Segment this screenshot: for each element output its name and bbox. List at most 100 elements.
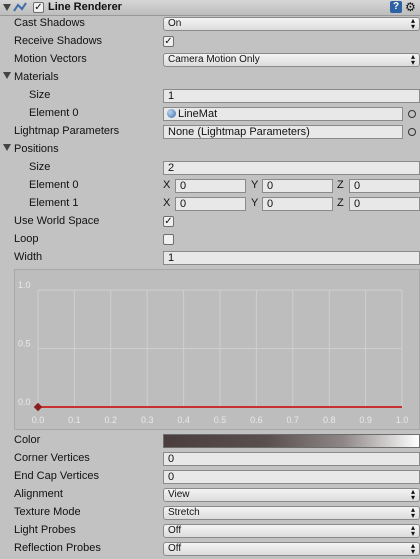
alignment-dropdown[interactable]: View ▴ ▾ <box>163 488 420 502</box>
receive-shadows-label: Receive Shadows <box>14 35 103 47</box>
object-picker-icon[interactable] <box>408 128 416 136</box>
motion-vectors-dropdown[interactable]: Camera Motion Only ▴ ▾ <box>163 53 420 67</box>
alignment-row: Alignment View ▴ ▾ <box>0 486 420 504</box>
end-cap-vertices-row: End Cap Vertices 0 <box>0 468 420 486</box>
help-icon[interactable]: ? <box>390 1 402 13</box>
material-value: LineMat <box>178 108 218 120</box>
motion-vectors-row: Motion Vectors Camera Motion Only ▴ ▾ <box>0 51 420 69</box>
position-element-row: Element 1 X 0 Y 0 Z 0 <box>0 195 420 213</box>
light-probes-value: Off <box>168 525 182 536</box>
x-tick-label: 0.1 <box>68 415 81 425</box>
z-axis-letter: Z <box>337 179 344 191</box>
positions-row[interactable]: Positions <box>0 141 420 159</box>
width-field[interactable]: 1 <box>163 251 420 265</box>
positions-label: Positions <box>14 143 59 155</box>
materials-element0-label: Element 0 <box>29 107 79 119</box>
x-axis-letter: X <box>163 179 171 191</box>
x-tick-label: 0.2 <box>105 415 118 425</box>
end-cap-vertices-label: End Cap Vertices <box>14 470 99 482</box>
x-tick-label: 0.6 <box>250 415 263 425</box>
materials-element0-row: Element 0 LineMat <box>0 105 420 123</box>
texture-mode-row: Texture Mode Stretch ▴ ▾ <box>0 504 420 522</box>
loop-row: Loop <box>0 231 420 249</box>
y-tick-label: 1.0 <box>18 280 31 290</box>
motion-vectors-label: Motion Vectors <box>14 53 87 65</box>
use-world-space-label: Use World Space <box>14 215 100 227</box>
dropdown-arrows-icon: ▴ ▾ <box>410 488 415 502</box>
x-tick-label: 0.8 <box>323 415 336 425</box>
dropdown-arrows-icon: ▴ ▾ <box>410 17 415 31</box>
reflection-probes-row: Reflection Probes Off ▴ ▾ <box>0 540 420 558</box>
position-y-field[interactable]: 0 <box>262 179 333 193</box>
use-world-space-row: Use World Space ✓ <box>0 213 420 231</box>
light-probes-dropdown[interactable]: Off ▴ ▾ <box>163 524 420 538</box>
corner-vertices-label: Corner Vertices <box>14 452 90 464</box>
y-tick-label: 0.5 <box>18 339 31 349</box>
cast-shadows-dropdown[interactable]: On ▴ ▾ <box>163 17 420 31</box>
width-label: Width <box>14 251 43 263</box>
dropdown-arrows-icon: ▴ ▾ <box>410 542 415 556</box>
x-tick-label: 0.5 <box>214 415 227 425</box>
cast-shadows-row: Cast Shadows On ▴ ▾ <box>0 15 420 33</box>
loop-label: Loop <box>14 233 39 245</box>
positions-foldout-icon[interactable] <box>3 144 11 151</box>
y-axis-letter: Y <box>251 197 259 209</box>
position-x-field[interactable]: 0 <box>175 197 246 211</box>
position-element-label: Element 1 <box>29 197 79 209</box>
width-curve-editor[interactable]: 0.0 0.1 0.2 0.3 0.4 0.5 0.6 0.7 0.8 0.9 1.0 0.0 0.5 1… <box>14 269 420 430</box>
position-z-field[interactable]: 0 <box>349 179 420 193</box>
positions-size-field[interactable]: 2 <box>163 161 420 175</box>
materials-row[interactable]: Materials <box>0 69 420 87</box>
x-tick-label: 0.4 <box>177 415 190 425</box>
curve-key-point <box>33 402 43 412</box>
color-label: Color <box>14 434 41 446</box>
materials-label: Materials <box>14 71 59 83</box>
object-picker-icon[interactable] <box>408 110 416 118</box>
x-tick-label: 0.7 <box>287 415 300 425</box>
material-sphere-icon <box>167 109 176 118</box>
component-enabled-checkbox[interactable]: ✓ <box>33 2 44 13</box>
component-header: ✓ Line Renderer ? ⚙ <box>0 0 420 16</box>
dropdown-arrows-icon: ▴ ▾ <box>410 524 415 538</box>
end-cap-vertices-field[interactable]: 0 <box>163 470 420 484</box>
lightmap-object-field[interactable]: None (Lightmap Parameters) <box>163 125 403 139</box>
receive-shadows-checkbox[interactable]: ✓ <box>163 36 174 47</box>
lightmap-label: Lightmap Parameters <box>14 125 120 137</box>
corner-vertices-row: Corner Vertices 0 <box>0 450 420 468</box>
position-x-field[interactable]: 0 <box>175 179 246 193</box>
light-probes-row: Light Probes Off ▴ ▾ <box>0 522 420 540</box>
cast-shadows-label: Cast Shadows <box>14 17 85 29</box>
loop-checkbox[interactable] <box>163 234 174 245</box>
use-world-space-checkbox[interactable]: ✓ <box>163 216 174 227</box>
x-axis-letter: X <box>163 197 171 209</box>
position-element-label: Element 0 <box>29 179 79 191</box>
material-object-field[interactable]: LineMat <box>163 107 403 121</box>
materials-size-field[interactable]: 1 <box>163 89 420 103</box>
materials-size-label: Size <box>29 89 51 101</box>
position-y-field[interactable]: 0 <box>262 197 333 211</box>
alignment-label: Alignment <box>14 488 63 500</box>
color-gradient-field[interactable] <box>163 434 420 448</box>
reflection-probes-value: Off <box>168 543 182 554</box>
x-tick-label: 0.0 <box>32 415 45 425</box>
materials-foldout-icon[interactable] <box>3 72 11 79</box>
receive-shadows-row: Receive Shadows ✓ <box>0 33 420 51</box>
foldout-arrow-icon[interactable] <box>3 4 11 11</box>
materials-size-row: Size 1 <box>0 87 420 105</box>
gear-icon[interactable]: ⚙ <box>405 0 416 14</box>
width-curve-chart[interactable]: 0.0 0.1 0.2 0.3 0.4 0.5 0.6 0.7 0.8 0.9 1.0 0.0 0.5 1… <box>15 270 419 429</box>
y-axis-letter: Y <box>251 179 259 191</box>
positions-size-row: Size 2 <box>0 159 420 177</box>
position-element-row: Element 0 X 0 Y 0 Z 0 <box>0 177 420 195</box>
corner-vertices-field[interactable]: 0 <box>163 452 420 466</box>
reflection-probes-dropdown[interactable]: Off ▴ ▾ <box>163 542 420 556</box>
cast-shadows-value: On <box>168 18 182 29</box>
y-tick-label: 0.0 <box>18 397 31 407</box>
texture-mode-dropdown[interactable]: Stretch ▴ ▾ <box>163 506 420 520</box>
z-axis-letter: Z <box>337 197 344 209</box>
dropdown-arrows-icon: ▴ ▾ <box>410 506 415 520</box>
line-renderer-icon <box>13 2 27 13</box>
position-z-field[interactable]: 0 <box>349 197 420 211</box>
motion-vectors-value: Camera Motion Only <box>168 54 260 65</box>
light-probes-label: Light Probes <box>14 524 76 536</box>
